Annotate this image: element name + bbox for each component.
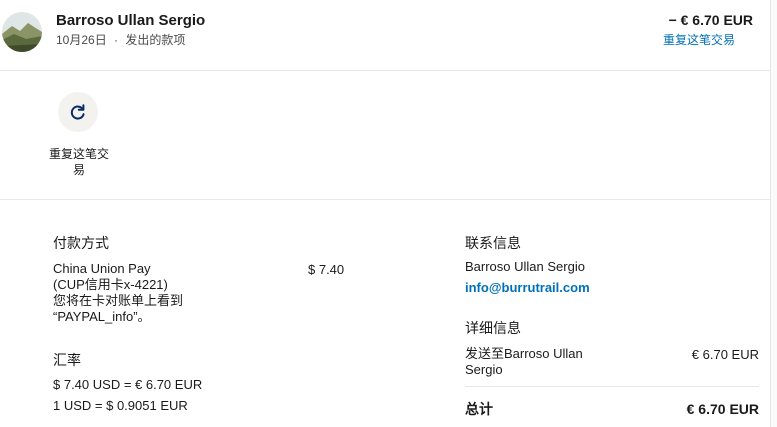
details-divider [465, 386, 759, 387]
subline-separator: · [114, 33, 119, 47]
payment-method-line3: 您将在卡对账单上看到 [53, 293, 184, 308]
repeat-transaction-link[interactable]: 重复这笔交易 [663, 31, 735, 48]
transaction-type: 发出的款项 [125, 33, 186, 47]
contact-info-title: 联系信息 [465, 235, 521, 251]
exchange-rate-title: 汇率 [53, 352, 81, 368]
payment-method-title: 付款方式 [53, 235, 109, 251]
scrollbar-track[interactable] [770, 0, 777, 427]
exchange-rate-line2: 1 USD = $ 0.9051 EUR [53, 398, 188, 413]
total-label: 总计 [465, 401, 493, 417]
total-amount: € 6.70 EUR [686, 401, 759, 417]
repeat-button-label[interactable]: 重复这笔交 易 [44, 146, 114, 178]
sent-to-line1: 发送至Barroso Ullan [465, 346, 583, 361]
repeat-transaction-button[interactable] [58, 92, 98, 132]
transaction-date: 10月26日 [56, 33, 107, 47]
payment-method-line4: “PAYPAL_info”。 [53, 309, 151, 324]
exchange-rate-details: $ 7.40 USD = € 6.70 EUR 1 USD = $ 0.9051… [53, 374, 202, 416]
payment-method-line1: China Union Pay [53, 261, 151, 276]
avatar [2, 12, 42, 52]
repeat-label-line2: 易 [72, 163, 85, 177]
transaction-detail-page: Barroso Ullan Sergio 10月26日 · 发出的款项 − € … [0, 0, 777, 427]
details-title: 详细信息 [465, 320, 521, 336]
transaction-amount: − € 6.70 EUR [668, 12, 753, 28]
merchant-name: Barroso Ullan Sergio [56, 12, 206, 29]
sent-to-label: 发送至Barroso Ullan Sergio [465, 346, 615, 378]
contact-email-link[interactable]: info@burrutrail.com [465, 280, 590, 295]
landscape-avatar-image [2, 12, 42, 52]
contact-name: Barroso Ullan Sergio [465, 259, 585, 274]
exchange-rate-line1: $ 7.40 USD = € 6.70 EUR [53, 377, 203, 392]
payment-amount: $ 7.40 [308, 262, 345, 277]
action-section: 重复这笔交 易 [0, 71, 771, 200]
sent-to-line2: Sergio [465, 362, 503, 377]
transaction-subline: 10月26日 · 发出的款项 [56, 31, 185, 48]
payment-method-details: China Union Pay (CUP信用卡x-4221) 您将在卡对账单上看… [53, 261, 253, 325]
transaction-header: Barroso Ullan Sergio 10月26日 · 发出的款项 − € … [0, 0, 771, 71]
payment-method-line2: (CUP信用卡x-4221) [53, 277, 168, 292]
sent-amount: € 6.70 EUR [691, 347, 759, 362]
repeat-label-line1: 重复这笔交 [48, 147, 109, 161]
refresh-icon [70, 104, 85, 120]
